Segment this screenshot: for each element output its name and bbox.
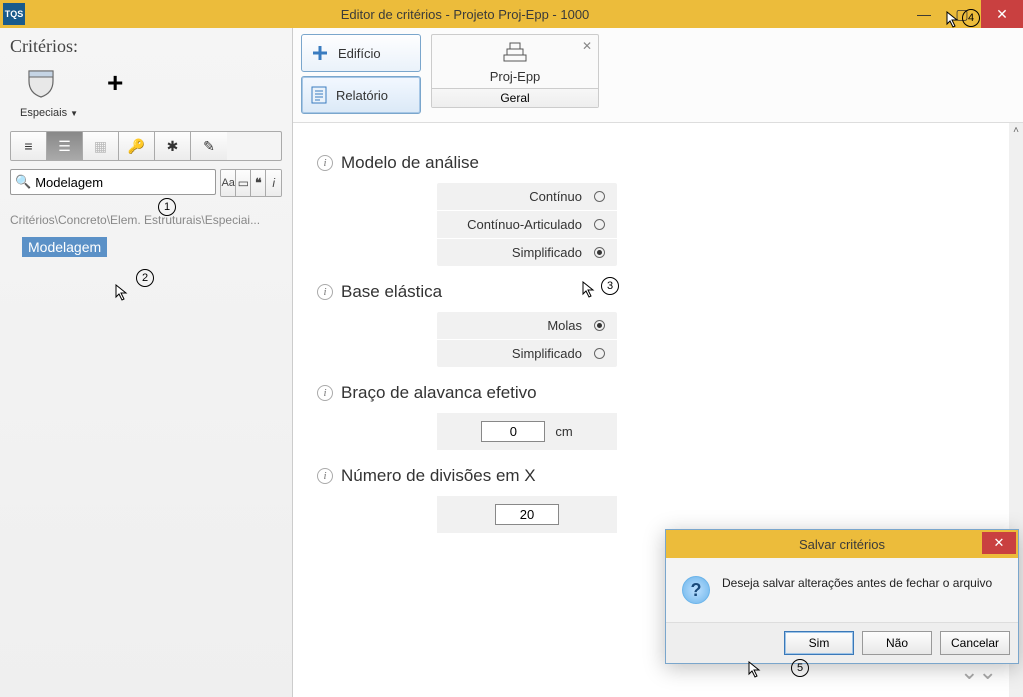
quote-button[interactable]: ❝ [251,170,266,196]
match-whole-button[interactable]: ▭ [236,170,251,196]
especiais-dropdown[interactable]: Especiais▼ [20,107,282,119]
search-field[interactable]: 🔍 [10,169,216,195]
sidebar: Critérios: + Especiais▼ ≡ ☰ ▦ 🔑 ✱ ✎ 🔍 Aa… [0,28,293,697]
close-button[interactable]: ✕ [981,0,1023,28]
radio-icon[interactable] [594,191,605,202]
dialog-message: Deseja salvar alterações antes de fechar… [722,576,992,590]
info-icon[interactable]: i [317,284,333,300]
section-divx-title: iNúmero de divisões em X [317,466,999,486]
info-button[interactable]: i [266,170,281,196]
maximize-button[interactable]: ▢ [943,0,981,28]
tab-label: Edifício [338,46,381,61]
base-options: Molas Simplificado [437,312,617,367]
info-icon[interactable]: i [317,385,333,401]
option-base-simplificado[interactable]: Simplificado [437,340,617,367]
dialog-no-button[interactable]: Não [862,631,932,655]
info-icon[interactable]: i [317,155,333,171]
section-base-title: iBase elástica [317,282,999,302]
radio-icon[interactable] [594,219,605,230]
tab-relatorio[interactable]: Relatório [301,76,421,114]
key-button[interactable]: 🔑 [119,132,155,160]
option-continuo[interactable]: Contínuo [437,183,617,211]
scroll-up-icon[interactable]: ˄ [1009,123,1023,137]
tabstrip: Edifício Relatório ✕ Proj-Epp Geral [293,28,1023,123]
radio-icon[interactable] [594,320,605,331]
pencil-button[interactable]: ✎ [191,132,227,160]
match-case-button[interactable]: Aa [221,170,236,196]
tab-edificio[interactable]: Edifício [301,34,421,72]
search-icon: 🔍 [15,174,31,190]
radio-icon[interactable] [594,348,605,359]
save-dialog: Salvar critérios ✕ ? Deseja salvar alter… [665,529,1019,664]
app-icon: TQS [3,3,25,25]
plus-icon [310,43,330,63]
dialog-close-button[interactable]: ✕ [982,532,1016,554]
project-doc[interactable]: ✕ Proj-Epp Geral [431,34,599,108]
section-modelo-title: iModelo de análise [317,153,999,173]
window-titlebar: TQS Editor de critérios - Projeto Proj-E… [0,0,1023,28]
sidebar-title: Critérios: [10,36,282,57]
minimize-button[interactable]: — [905,0,943,28]
section-braco-title: iBraço de alavanca efetivo [317,383,999,403]
chevron-down-icon: ▼ [70,109,78,118]
add-icon[interactable]: + [107,67,123,99]
view-list-button[interactable]: ≡ [11,132,47,160]
breadcrumb: Critérios\Concreto\Elem. Estruturais\Esp… [10,213,282,227]
tab-label: Relatório [336,88,388,103]
divx-value-block [437,496,617,533]
report-icon [310,85,328,105]
star-button[interactable]: ✱ [155,132,191,160]
dialog-title: Salvar critérios [666,537,1018,552]
dialog-cancel-button[interactable]: Cancelar [940,631,1010,655]
option-continuo-articulado[interactable]: Contínuo-Articulado [437,211,617,239]
project-subtab[interactable]: Geral [432,88,598,107]
question-icon: ? [682,576,710,604]
info-icon[interactable]: i [317,468,333,484]
option-molas[interactable]: Molas [437,312,617,340]
option-simplificado[interactable]: Simplificado [437,239,617,266]
braco-value-block: cm [437,413,617,450]
view-justify-button[interactable]: ☰ [47,132,83,160]
building-icon [500,41,530,65]
dialog-titlebar: Salvar critérios ✕ [666,530,1018,558]
tree-item-modelagem[interactable]: Modelagem [22,239,282,257]
window-title: Editor de critérios - Projeto Proj-Epp -… [25,7,905,22]
shield-icon[interactable] [25,67,57,99]
search-input[interactable] [35,175,211,190]
braco-input[interactable] [481,421,545,442]
divx-input[interactable] [495,504,559,525]
view-grid-button[interactable]: ▦ [83,132,119,160]
project-name: Proj-Epp [490,69,541,84]
doc-close-icon[interactable]: ✕ [582,39,592,53]
radio-icon[interactable] [594,247,605,258]
modelo-options: Contínuo Contínuo-Articulado Simplificad… [437,183,617,266]
view-toolbar: ≡ ☰ ▦ 🔑 ✱ ✎ [10,131,282,161]
dialog-yes-button[interactable]: Sim [784,631,854,655]
tree-item-label: Modelagem [22,237,107,257]
unit-label: cm [555,424,572,439]
